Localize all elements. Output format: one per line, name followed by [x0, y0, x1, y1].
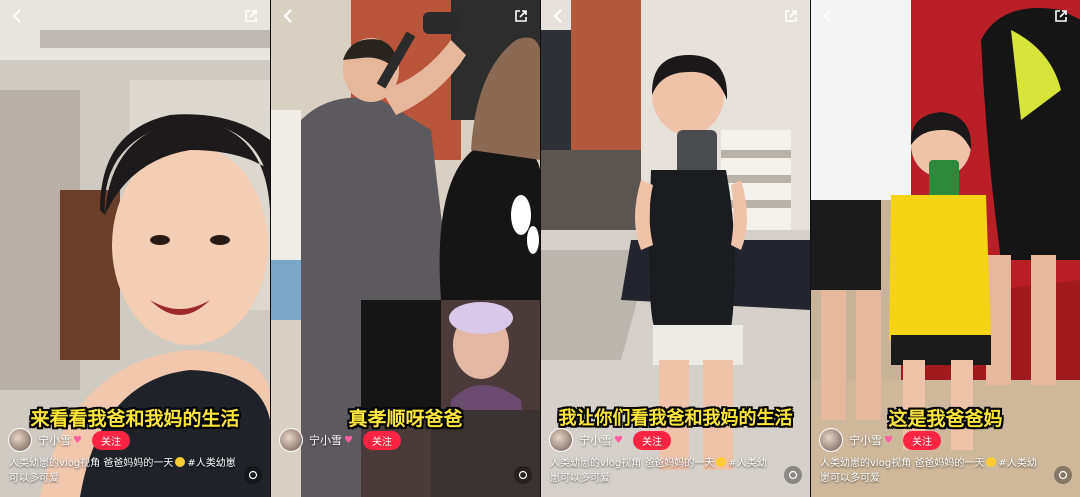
top-bar [549, 6, 800, 26]
author-row: 宁小雪 ♥ 关注 [549, 428, 671, 452]
more-icon[interactable] [244, 466, 262, 484]
video-caption: 这是我爸爸妈 [888, 408, 1003, 430]
chevron-left-icon[interactable] [549, 7, 567, 25]
more-icon[interactable] [784, 466, 802, 484]
heart-icon: ♥ [73, 434, 82, 446]
share-icon[interactable] [1052, 7, 1070, 25]
emoji-icon [986, 457, 997, 467]
follow-button[interactable]: 关注 [362, 430, 401, 450]
heart-icon: ♥ [884, 434, 893, 446]
author-row: 宁小雪 ♥ 关注 [8, 428, 130, 452]
follow-button[interactable]: 关注 [902, 430, 941, 450]
video-caption: 来看看我爸和我妈的生活 [30, 408, 240, 430]
author-name[interactable]: 宁小雪 [579, 432, 612, 448]
top-bar [8, 6, 260, 26]
author-row: 宁小雪 ♥ 关注 [819, 428, 941, 452]
emoji-icon [716, 457, 727, 467]
top-bar [819, 6, 1070, 26]
author-name[interactable]: 宁小雪 [38, 432, 71, 448]
follow-button[interactable]: 关注 [632, 430, 671, 450]
video-description[interactable]: 人类幼崽的vlog视角 爸爸妈妈的一天 #人类幼崽可以多可爱 [820, 456, 1046, 486]
video-caption: 真孝顺呀爸爸 [348, 408, 463, 430]
video-description[interactable]: 人类幼崽的vlog视角 爸爸妈妈的一天 #人类幼崽可以多可爱 [550, 456, 776, 486]
video-panel-2[interactable]: 真孝顺呀爸爸 宁小雪 ♥ 关注 [270, 0, 540, 497]
heart-icon: ♥ [344, 434, 353, 446]
heart-icon: ♥ [614, 434, 623, 446]
video-panel-3[interactable]: 我让你们看我爸和我妈的生活 宁小雪 ♥ 关注 人类幼崽的vlog视角 爸爸妈妈的… [540, 0, 810, 497]
author-name[interactable]: 宁小雪 [849, 432, 882, 448]
description-text: 人类幼崽的vlog视角 爸爸妈妈的一天 [9, 458, 174, 469]
avatar[interactable] [819, 428, 843, 452]
top-bar [279, 6, 530, 26]
video-panel-1[interactable]: 来看看我爸和我妈的生活 宁小雪 ♥ 关注 人类幼崽的vlog视角 爸爸妈妈的一天… [0, 0, 270, 497]
more-icon[interactable] [514, 466, 532, 484]
chevron-left-icon[interactable] [819, 7, 837, 25]
video-panel-4[interactable]: 这是我爸爸妈 宁小雪 ♥ 关注 人类幼崽的vlog视角 爸爸妈妈的一天 #人类幼崽… [810, 0, 1080, 497]
more-icon[interactable] [1054, 466, 1072, 484]
description-text: 人类幼崽的vlog视角 爸爸妈妈的一天 [550, 458, 715, 469]
video-description[interactable]: 人类幼崽的vlog视角 爸爸妈妈的一天 #人类幼崽可以多可爱 [9, 456, 236, 486]
video-feed-row: 来看看我爸和我妈的生活 宁小雪 ♥ 关注 人类幼崽的vlog视角 爸爸妈妈的一天… [0, 0, 1080, 497]
share-icon[interactable] [782, 7, 800, 25]
follow-button[interactable]: 关注 [91, 430, 130, 450]
avatar[interactable] [8, 428, 32, 452]
share-icon[interactable] [242, 7, 260, 25]
emoji-icon [175, 457, 186, 467]
chevron-left-icon[interactable] [8, 7, 26, 25]
author-name[interactable]: 宁小雪 [309, 432, 342, 448]
chevron-left-icon[interactable] [279, 7, 297, 25]
author-row: 宁小雪 ♥ 关注 [279, 428, 401, 452]
avatar[interactable] [549, 428, 573, 452]
avatar[interactable] [279, 428, 303, 452]
description-text: 人类幼崽的vlog视角 爸爸妈妈的一天 [820, 458, 985, 469]
share-icon[interactable] [512, 7, 530, 25]
video-caption: 我让你们看我爸和我妈的生活 [558, 408, 793, 429]
